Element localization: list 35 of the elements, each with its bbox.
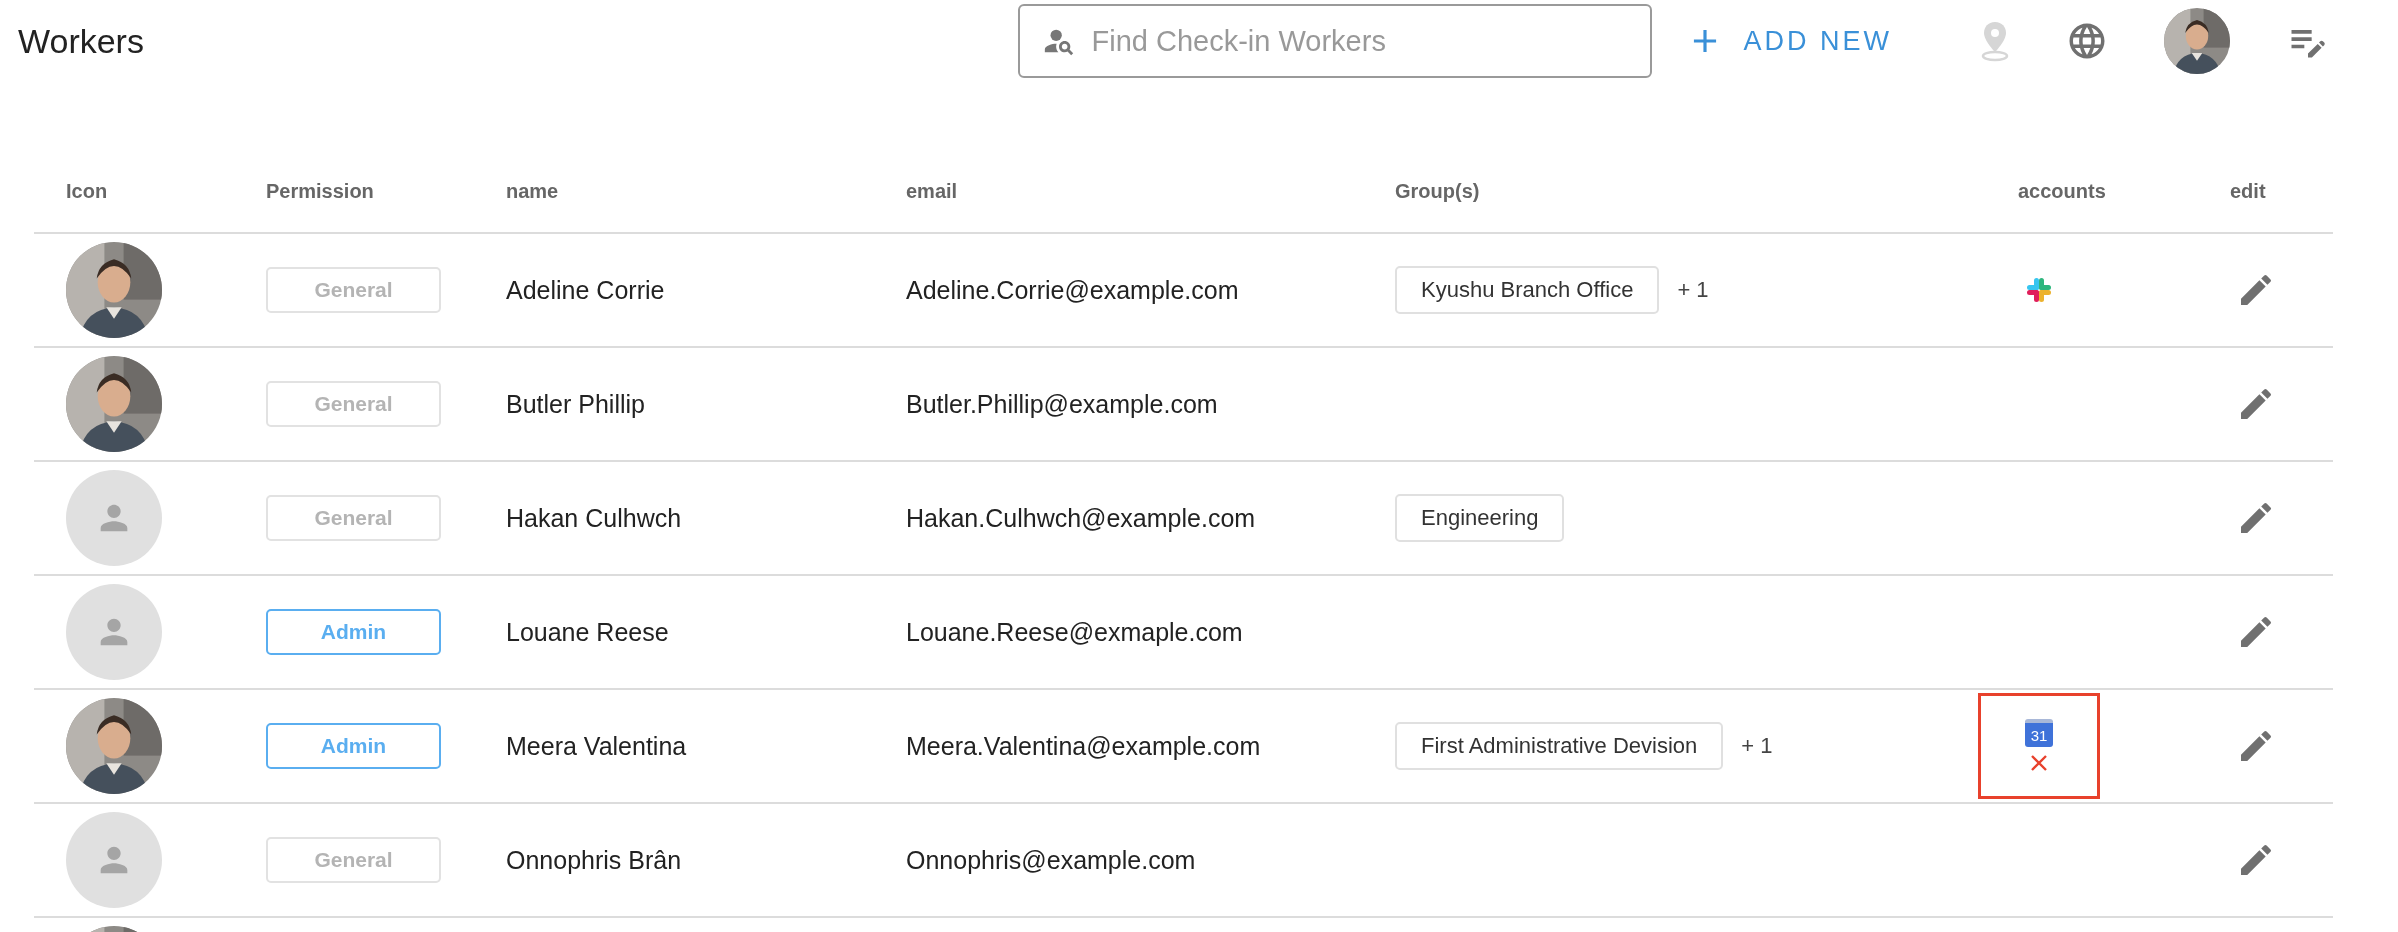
more-count: + 1 [1677, 277, 1709, 303]
column-header: Permission [266, 179, 374, 202]
worker-email: Onnophris@example.com [906, 845, 1196, 875]
column-header: edit [2230, 179, 2266, 202]
worker-email: Hakan.Culhwch@example.com [906, 503, 1256, 533]
worker-name: Meera Valentina [506, 731, 687, 761]
column-header: Group(s) [1395, 179, 1480, 202]
page-title: Workers [18, 21, 145, 61]
permission-badge: General [266, 381, 441, 427]
worker-email: Butler.Phillip@example.com [906, 389, 1218, 419]
permission-badge: General [266, 837, 441, 883]
permission-badge: Admin [266, 609, 441, 655]
worker-name: Hakan Culhwch [506, 503, 682, 533]
worker-email: Adeline.Corrie@example.com [906, 275, 1239, 305]
group-tag: Kyushu Branch Office [1395, 266, 1660, 314]
worker-name: Butler Phillip [506, 389, 645, 419]
search-field[interactable]: Find Check-in Workers [1017, 4, 1652, 78]
column-header: Icon [66, 179, 108, 202]
group-tag: Engineering [1395, 494, 1565, 542]
column-header: name [506, 179, 559, 202]
add-new-button[interactable]: ADD NEW [1677, 18, 1900, 64]
column-header: accounts [2018, 179, 2106, 202]
worker-name: Adeline Corrie [506, 275, 665, 305]
column-header: email [906, 179, 958, 202]
group-tag: First Administrative Devision [1395, 722, 1724, 770]
worker-email: Meera.Valentina@example.com [906, 731, 1261, 761]
calendar-icon: 31 [2025, 719, 2053, 747]
worker-name: Louane Reese [506, 617, 669, 647]
permission-badge: General [266, 267, 441, 313]
more-count: + 1 [1741, 733, 1773, 759]
worker-email: Louane.Reese@exmaple.com [906, 617, 1243, 647]
permission-badge: General [266, 495, 441, 541]
close-icon [2029, 753, 2049, 773]
worker-name: Onnophris Brân [506, 845, 682, 875]
permission-badge: Admin [266, 723, 441, 769]
